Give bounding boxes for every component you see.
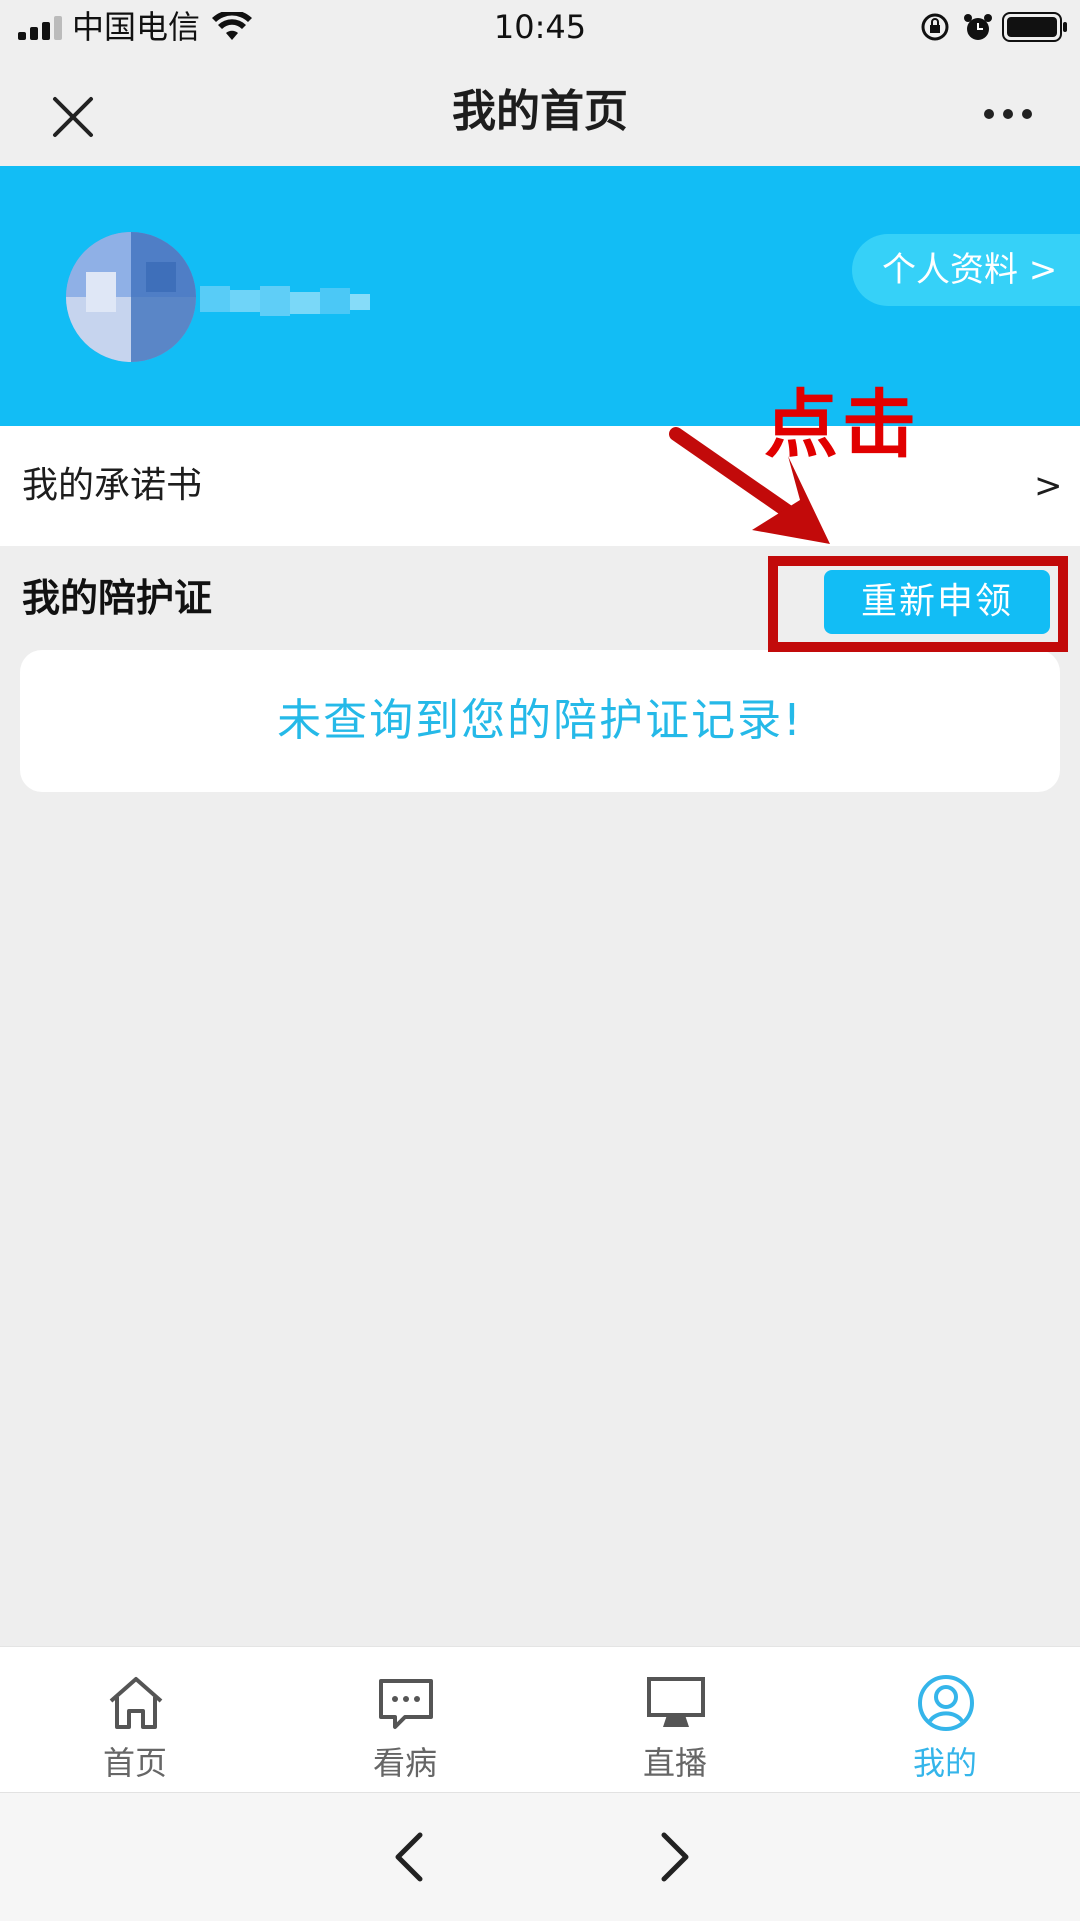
rotation-lock-icon: [921, 13, 949, 41]
chevron-right-icon: >: [1034, 466, 1063, 506]
profile-info-button[interactable]: 个人资料 >: [852, 234, 1080, 306]
home-icon: [109, 1677, 163, 1729]
username-blurred: [200, 286, 370, 316]
more-button[interactable]: [968, 94, 1048, 134]
back-arrow-icon[interactable]: [380, 1825, 444, 1889]
user-icon: [918, 1675, 974, 1731]
battery-icon: [1002, 12, 1067, 42]
annotation-arrow-icon: [669, 427, 830, 544]
monitor-icon: [647, 1677, 705, 1727]
tab-label: 我的: [912, 1744, 977, 1782]
tab-home[interactable]: 首页: [0, 1661, 270, 1789]
tab-mine[interactable]: 我的: [810, 1661, 1080, 1789]
browser-nav-bar: [0, 1792, 1080, 1921]
tab-consult[interactable]: 看病: [270, 1661, 540, 1789]
alarm-icon: [964, 14, 992, 40]
status-bar: 中国电信 10:45: [0, 0, 1080, 54]
tab-label: 首页: [102, 1744, 167, 1782]
chat-icon: [379, 1679, 433, 1729]
nav-bar: 我的首页: [0, 54, 1080, 166]
avatar: [66, 232, 196, 362]
page-title: 我的首页: [452, 86, 628, 137]
tab-label: 直播: [642, 1744, 707, 1782]
tab-live[interactable]: 直播: [540, 1661, 810, 1789]
pledge-label: 我的承诺书: [22, 465, 203, 506]
annotation-highlight-box: [768, 556, 1068, 652]
status-time: 10:45: [493, 8, 587, 46]
forward-arrow-icon[interactable]: [640, 1825, 704, 1889]
more-dots-icon: [984, 109, 1032, 119]
tab-label: 看病: [372, 1744, 437, 1782]
escort-cert-card: 未查询到您的陪护证记录!: [20, 650, 1060, 792]
empty-state-message: 未查询到您的陪护证记录!: [277, 695, 803, 746]
escort-cert-title: 我的陪护证: [22, 576, 213, 620]
tab-bar: 首页 看病 直播 我的: [0, 1646, 1080, 1793]
